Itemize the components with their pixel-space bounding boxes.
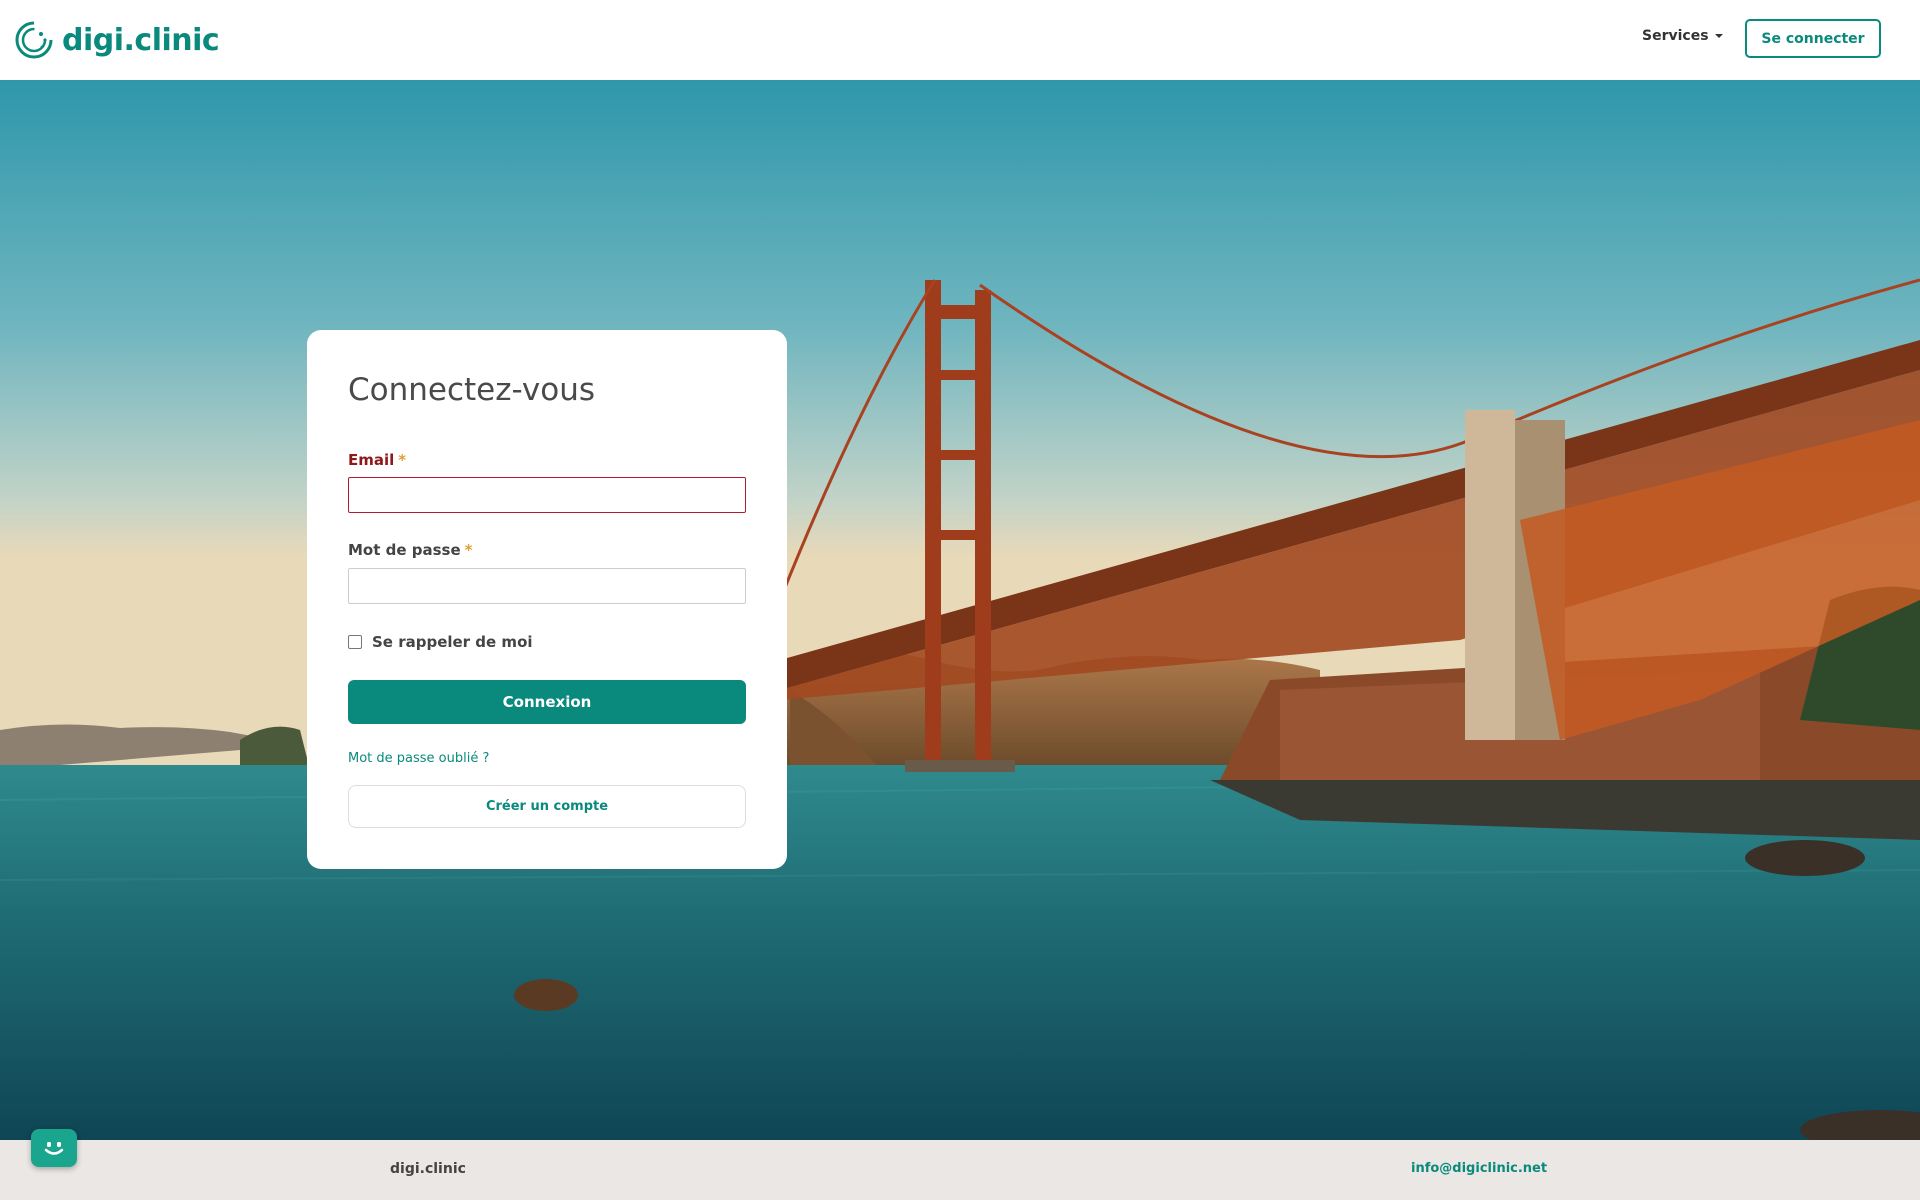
footer-email-link[interactable]: info@digiclinic.net bbox=[1411, 1161, 1547, 1176]
remember-checkbox[interactable] bbox=[348, 635, 362, 649]
create-account-button[interactable]: Créer un compte bbox=[348, 785, 746, 828]
logo-text: digi.clinic bbox=[62, 22, 220, 58]
connexion-button[interactable]: Connexion bbox=[348, 680, 746, 724]
smiley-chat-icon bbox=[44, 1142, 64, 1155]
remember-label: Se rappeler de moi bbox=[372, 633, 533, 651]
email-label: Email * bbox=[348, 451, 406, 469]
remember-me[interactable]: Se rappeler de moi bbox=[348, 633, 533, 651]
services-dropdown[interactable]: Services bbox=[1642, 28, 1723, 44]
required-marker: * bbox=[464, 541, 473, 559]
circle-logo-icon bbox=[15, 21, 53, 59]
golden-gate-bridge-image bbox=[0, 80, 1920, 1140]
email-field[interactable] bbox=[348, 477, 746, 513]
password-field[interactable] bbox=[348, 568, 746, 604]
chat-widget-button[interactable] bbox=[31, 1129, 77, 1167]
footer: digi.clinic info@digiclinic.net bbox=[0, 1140, 1920, 1200]
top-header: digi.clinic Services Se connecter bbox=[0, 0, 1920, 80]
services-label: Services bbox=[1642, 28, 1709, 44]
required-marker: * bbox=[398, 451, 407, 469]
caret-down-icon bbox=[1714, 34, 1723, 38]
login-card: Connectez-vous Email * Mot de passe * Se… bbox=[307, 330, 787, 869]
password-label-text: Mot de passe bbox=[348, 541, 461, 559]
logo[interactable]: digi.clinic bbox=[14, 20, 220, 60]
header-login-button[interactable]: Se connecter bbox=[1745, 19, 1881, 58]
page-title: Connectez-vous bbox=[348, 372, 595, 408]
password-label: Mot de passe * bbox=[348, 541, 473, 559]
forgot-password-link[interactable]: Mot de passe oublié ? bbox=[348, 751, 489, 766]
hero-background bbox=[0, 80, 1920, 1140]
footer-brand: digi.clinic bbox=[390, 1161, 466, 1177]
email-label-text: Email bbox=[348, 451, 395, 469]
